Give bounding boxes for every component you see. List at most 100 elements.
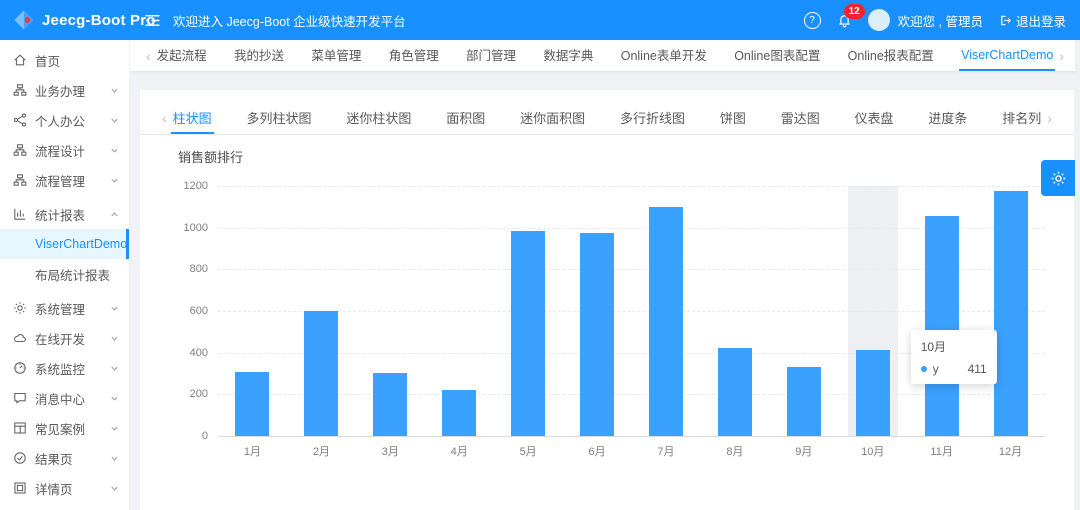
sidebar-item-viserchartdemo[interactable]: ViserChartDemo [0,229,129,259]
bar-2月[interactable] [304,311,339,436]
chart-tab[interactable]: 雷达图 [779,102,822,134]
chevron-down-icon [110,146,119,155]
x-axis-tick: 8月 [726,446,744,458]
x-axis-tick: 7月 [657,446,675,458]
chart-card: ‹ 柱状图 多列柱状图 迷你柱状图 面积图 迷你面积图 多行折线图 饼图 雷达图… [140,90,1074,510]
menu-fold-icon[interactable] [144,12,161,29]
bar-11月[interactable] [924,216,959,436]
sidebar-item-result-page[interactable]: 结果页 [0,443,129,473]
chart-tab[interactable]: 饼图 [718,102,748,134]
x-axis-tick: 4月 [450,446,468,458]
route-tab[interactable]: Online表单开发 [619,40,709,71]
chart-tab[interactable]: 排名列 [1000,102,1043,134]
bar-3月[interactable] [373,373,408,436]
x-axis-tick: 12月 [998,446,1023,458]
sidebar-item-common-cases[interactable]: 常见案例 [0,413,129,443]
chevron-right-icon[interactable]: › [1055,40,1068,71]
bar-10月[interactable] [855,350,890,436]
y-axis-tick: 400 [189,346,208,359]
bar-1月[interactable] [235,372,270,436]
sidebar-item-layout-report[interactable]: 布局统计报表 [0,259,129,289]
bar-12月[interactable] [993,191,1028,436]
logout-button[interactable]: 退出登录 [999,11,1066,30]
route-tab[interactable]: 部门管理 [464,40,518,71]
chart-tab[interactable]: 多行折线图 [618,102,687,134]
y-axis-tick: 1000 [183,221,208,234]
bar-4月[interactable] [442,390,477,436]
chevron-left-icon[interactable]: ‹ [142,40,155,71]
bar-8月[interactable] [717,348,752,436]
chevron-left-icon[interactable]: ‹ [158,102,171,134]
y-axis-tick: 1200 [183,180,208,192]
bar-chart: 10月 y 411 0 200 400 600 800 1000 1200 1月 2月 3月 4月 5… [184,180,1045,458]
x-axis-line [218,436,1045,437]
sidebar-item-process-design[interactable]: 流程设计 [0,135,129,165]
logo[interactable]: Jeecg-Boot Pro [0,9,155,31]
route-tab[interactable]: Online报表配置 [846,40,936,71]
chevron-down-icon [110,304,119,313]
chart-tab[interactable]: 进度条 [926,102,969,134]
sidebar-item-system-monitor[interactable]: 系统监控 [0,353,129,383]
scrollbar[interactable] [1075,40,1080,510]
chevron-right-icon[interactable]: › [1043,102,1056,134]
user-menu[interactable]: 欢迎您 , 管理员 [867,9,983,31]
chart-tab[interactable]: 多列柱状图 [245,102,314,134]
series-dot-icon [920,366,927,373]
sidebar-item-label: 详情页 [35,482,73,497]
sidebar-item-label: 流程设计 [35,144,86,159]
gear-icon [13,301,27,315]
chart-tab-bar[interactable]: 柱状图 [170,102,214,134]
bar-9月[interactable] [786,367,821,436]
logo-icon [13,9,35,31]
chevron-down-icon [110,334,119,343]
tooltip-title: 10月 [920,340,947,355]
notification-badge: 12 [843,3,865,19]
route-tab[interactable]: Online图表配置 [732,40,822,71]
chevron-down-icon [110,424,119,433]
check-circle-icon [13,451,27,465]
sidebar-item-reports[interactable]: 统计报表 [0,199,129,229]
chevron-down-icon [110,364,119,373]
sidebar-item-process-manage[interactable]: 流程管理 [0,165,129,195]
chevron-down-icon [110,484,119,493]
x-axis-tick: 10月 [861,446,885,458]
profile-icon [13,481,27,495]
route-tab[interactable]: 发起流程 [155,40,209,71]
gridline [218,186,1045,187]
route-tab[interactable]: 我的抄送 [232,40,286,71]
sidebar-item-home[interactable]: 首页 [0,45,129,75]
chevron-down-icon [110,86,119,95]
gridline [218,394,1045,396]
sidebar-item-label: 在线开发 [35,332,86,347]
sidebar-item-label: 业务办理 [35,84,86,99]
sidebar-item-message-center[interactable]: 消息中心 [0,383,129,413]
chart-tab[interactable]: 迷你柱状图 [344,102,413,134]
sidebar-item-detail-page[interactable]: 详情页 [0,473,129,503]
route-tab[interactable]: 角色管理 [387,40,441,71]
question-circle-icon[interactable]: ? [803,11,821,29]
bar-5月[interactable] [511,231,546,436]
route-tab[interactable]: 数据字典 [541,40,595,71]
sidebar-item-label: 流程管理 [35,174,86,189]
x-axis-tick: 1月 [243,446,262,458]
sidebar-item-business[interactable]: 业务办理 [0,75,129,105]
cluster-icon [13,83,27,97]
chevron-down-icon [110,454,119,463]
chart-tab[interactable]: 仪表盘 [853,102,896,134]
chart-tab[interactable]: 迷你面积图 [518,102,587,134]
route-tab-active[interactable]: ViserChartDemo [959,40,1056,71]
bell-icon[interactable]: 12 [837,3,865,28]
sidebar-item-personal-office[interactable]: 个人办公 [0,105,129,135]
chart-tab[interactable]: 面积图 [444,102,487,134]
cluster-icon [13,143,27,157]
bar-7月[interactable] [648,207,683,436]
app-title: Jeecg-Boot Pro [42,11,156,29]
bar-6月[interactable] [580,233,615,436]
sidebar-item-system-manage[interactable]: 系统管理 [0,293,129,323]
route-tab[interactable]: 菜单管理 [309,40,363,71]
settings-gear-button[interactable] [1041,160,1075,196]
sidebar-item-online-dev[interactable]: 在线开发 [0,323,129,353]
share-icon [13,113,27,127]
sidebar: 首页 业务办理 个人办公 流程设计 流程管理 统计报表 ViserChartDe… [0,40,130,510]
app-header: Jeecg-Boot Pro 欢迎进入 Jeecg-Boot 企业级快速开发平台… [0,0,1080,40]
